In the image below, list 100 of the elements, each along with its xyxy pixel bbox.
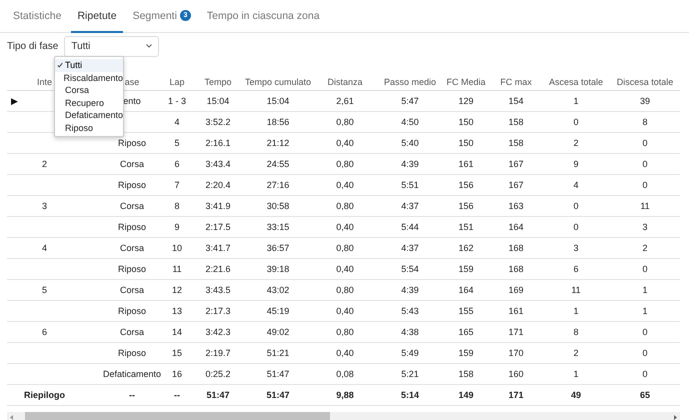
table-cell: 171	[490, 322, 542, 342]
table-cell: 164	[442, 280, 490, 300]
menu-item[interactable]: Defaticamento	[55, 109, 123, 122]
table-cell: 5:21	[378, 364, 442, 384]
table-cell: 15	[162, 342, 192, 364]
table-cell: 4:38	[378, 322, 442, 342]
table-cell: 2,61	[312, 90, 378, 112]
right-arrow-icon[interactable]	[673, 414, 678, 420]
table-cell: 0	[610, 258, 680, 280]
table-cell: Riepilogo	[7, 384, 102, 406]
table-cell: 5:43	[378, 300, 442, 322]
table-cell: 165	[442, 322, 490, 342]
table-cell: 0	[610, 342, 680, 364]
left-arrow-icon[interactable]	[9, 414, 14, 420]
horizontal-scrollbar[interactable]	[7, 412, 680, 420]
table-cell: 0,40	[312, 174, 378, 196]
table-cell: 49	[542, 384, 610, 406]
table-cell: 2	[542, 132, 610, 154]
table-cell: 2:21.6	[192, 258, 244, 280]
table-cell: 18:56	[244, 112, 312, 132]
table-cell: Riposo	[102, 300, 162, 322]
table-cell: 0	[542, 112, 610, 132]
table-cell: 0	[610, 154, 680, 174]
column-header: Discesa totale	[610, 73, 680, 90]
table-cell: 4	[542, 174, 610, 196]
table-cell: 3	[7, 196, 102, 216]
table-cell: 161	[442, 154, 490, 174]
table-cell: 39:18	[244, 258, 312, 280]
table-cell: 1	[542, 90, 610, 112]
tab[interactable]: Ripetute	[71, 0, 123, 33]
table-cell: 0,40	[312, 216, 378, 238]
table-cell: 159	[442, 258, 490, 280]
table-cell: 51:21	[244, 342, 312, 364]
column-header: Ascesa totale	[542, 73, 610, 90]
menu-item[interactable]: Riposo	[55, 122, 123, 134]
table-cell: 161	[490, 300, 542, 322]
column-header: Passo medio	[378, 73, 442, 90]
table-cell: 3:52.2	[192, 112, 244, 132]
table-cell: 10	[162, 238, 192, 258]
table-cell: 8	[162, 196, 192, 216]
table-cell: 7	[162, 174, 192, 196]
table-cell: 155	[442, 300, 490, 322]
menu-item[interactable]: Tutti	[55, 59, 123, 72]
table-cell: 2:16.1	[192, 132, 244, 154]
table-cell: 0,80	[312, 196, 378, 216]
table-cell: 0	[610, 364, 680, 384]
table-cell: 9	[542, 154, 610, 174]
table-cell: 51:47	[244, 364, 312, 384]
table-cell: 158	[442, 364, 490, 384]
menu-item[interactable]: Corsa	[55, 84, 123, 96]
field-label: Tipo di fase	[7, 40, 58, 52]
table-cell: 0	[610, 322, 680, 342]
table-cell: 162	[442, 238, 490, 258]
menu-item[interactable]: Recupero	[55, 96, 123, 109]
table-cell: 156	[442, 174, 490, 196]
scrollbar-thumb[interactable]	[25, 412, 330, 420]
table-cell: Defaticamento	[102, 364, 162, 384]
table-cell: 168	[490, 258, 542, 280]
table-cell: 0,08	[312, 364, 378, 384]
table-cell: 3	[542, 238, 610, 258]
table-cell: 4:50	[378, 112, 442, 132]
table-cell: 2:17.5	[192, 216, 244, 238]
table-cell: 14	[162, 322, 192, 342]
table-cell: 4:39	[378, 280, 442, 300]
table-cell: 12	[162, 280, 192, 300]
table-cell: Riposo	[102, 216, 162, 238]
table-cell: 0,80	[312, 238, 378, 258]
table-cell: 21:12	[244, 132, 312, 154]
expand-toggle[interactable]: ▶	[11, 96, 18, 106]
table-cell: 164	[490, 216, 542, 238]
table-cell: 4	[162, 112, 192, 132]
table-cell: Corsa	[102, 196, 162, 216]
table-cell: 11	[542, 280, 610, 300]
table-cell: 2:19.7	[192, 342, 244, 364]
table-cell: 1	[610, 300, 680, 322]
chevron-icon	[146, 44, 152, 48]
table-cell: 15:04	[244, 90, 312, 112]
table-cell: 2:20.4	[192, 174, 244, 196]
tab[interactable]: Statistiche	[7, 0, 68, 33]
column-header: Lap	[162, 73, 192, 90]
table-cell: 167	[490, 174, 542, 196]
table-cell: 30:58	[244, 196, 312, 216]
column-header: Distanza	[312, 73, 378, 90]
table-cell: 51:47	[192, 384, 244, 406]
table-cell: 2	[7, 154, 102, 174]
menu-item[interactable]: Riscaldamento	[55, 72, 123, 84]
table-cell: 9,88	[312, 384, 378, 406]
table-cell: 169	[490, 280, 542, 300]
table-cell: Riposo	[102, 132, 162, 154]
tab[interactable]: Tempo in ciascuna zona	[200, 0, 326, 33]
table-cell: Riposo	[102, 174, 162, 196]
table-cell: 16	[162, 364, 192, 384]
table-cell: 4	[7, 238, 102, 258]
table-cell: 150	[442, 112, 490, 132]
table-cell: --	[102, 384, 162, 406]
table-cell: 6	[162, 154, 192, 174]
table-cell: 5:47	[378, 90, 442, 112]
table-cell: 158	[490, 112, 542, 132]
table-cell: 27:16	[244, 174, 312, 196]
table-cell: 51:47	[244, 384, 312, 406]
